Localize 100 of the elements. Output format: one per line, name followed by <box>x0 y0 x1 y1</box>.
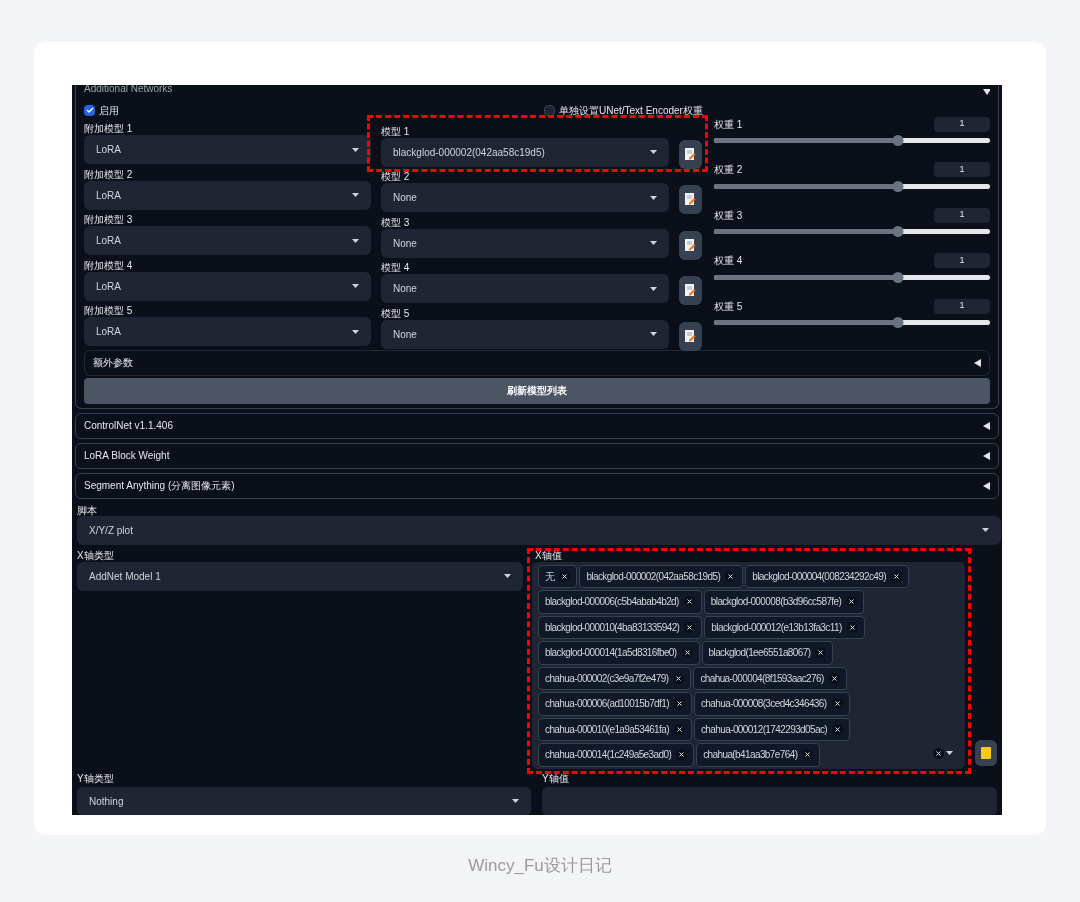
tag-chip[interactable]: blackglod-000014(1a5d8316fbe0) <box>538 641 700 665</box>
slider-thumb[interactable] <box>892 226 904 237</box>
note-icon <box>685 193 696 206</box>
dropdown[interactable]: Nothing <box>77 786 531 815</box>
caret-icon <box>982 528 989 532</box>
panel-title: Additional Networks <box>84 85 173 94</box>
remove-icon[interactable] <box>683 596 695 608</box>
field-label: 模型 5 <box>381 306 411 320</box>
folder-icon <box>981 746 991 759</box>
collapse-icon <box>983 88 990 96</box>
remove-icon[interactable] <box>828 672 840 684</box>
note-icon-button[interactable] <box>679 139 702 169</box>
accordion-header[interactable]: LoRA Block Weight <box>75 442 999 469</box>
note-icon-button[interactable] <box>679 276 702 305</box>
number-input[interactable]: 1 <box>934 162 990 177</box>
remove-icon[interactable] <box>684 621 696 633</box>
dropdown[interactable]: LoRA <box>84 180 371 210</box>
input-field[interactable] <box>542 786 997 815</box>
caret-icon <box>650 195 657 200</box>
caret-icon <box>650 286 657 291</box>
dropdown[interactable]: None <box>381 319 669 349</box>
remove-icon[interactable] <box>891 570 902 582</box>
field-label: 权重 2 <box>714 163 743 177</box>
note-icon <box>685 329 696 343</box>
tag-chip[interactable]: chahua-000006(ad10015b7df1) <box>538 692 692 716</box>
tag-chip[interactable]: chahua(b41aa3b7e764) <box>696 743 821 767</box>
tag-chip[interactable]: blackglod-000002(042aa58c19d5) <box>579 564 744 588</box>
field-label: 附加模型 1 <box>84 122 134 135</box>
tag-chip[interactable]: chahua-000008(3ced4c346436) <box>693 692 850 716</box>
remove-icon[interactable] <box>846 596 858 608</box>
remove-icon[interactable] <box>559 570 571 582</box>
number-input[interactable]: 1 <box>934 207 990 223</box>
caret-icon <box>946 751 953 755</box>
tag-chip[interactable]: 无 <box>538 564 578 588</box>
checkbox[interactable] <box>84 104 95 116</box>
field-label: 权重 5 <box>714 299 743 314</box>
tag-chip[interactable]: chahua-000014(1c249a5e3ad0) <box>538 743 695 767</box>
remove-icon[interactable] <box>831 698 843 710</box>
note-icon-button[interactable] <box>679 321 702 351</box>
tag-chip[interactable]: chahua-000002(c3e9a7f2e479) <box>538 666 692 690</box>
field-label: 模型 2 <box>381 170 411 183</box>
field-label: 附加模型 3 <box>84 213 134 226</box>
slider-thumb[interactable] <box>892 135 904 146</box>
caret-icon <box>352 193 359 197</box>
tag-chip[interactable]: blackglod-000006(c5b4abab4b2d) <box>538 590 702 614</box>
note-icon-button[interactable] <box>679 185 702 214</box>
tag-chip[interactable]: chahua-000004(8f1593aac276) <box>693 666 847 690</box>
remove-icon[interactable] <box>676 749 688 761</box>
remove-icon[interactable] <box>673 723 685 735</box>
caret-icon <box>650 332 657 336</box>
tag-chip[interactable]: chahua-000010(e1a9a53461fa) <box>538 717 692 741</box>
refresh-button[interactable]: 刷新模型列表 <box>84 377 990 404</box>
accordion-header[interactable]: 额外参数 <box>84 349 990 376</box>
field-label: 模型 1 <box>381 124 411 138</box>
expand-icon <box>974 358 981 367</box>
tag-chip[interactable]: blackglod(1ee6551a8067) <box>701 641 834 665</box>
number-input[interactable]: 1 <box>934 298 990 314</box>
remove-icon[interactable] <box>673 672 685 684</box>
tag-chip[interactable]: chahua-000012(1742293d05ac) <box>693 717 851 741</box>
caret-icon <box>512 799 519 803</box>
tag-chip[interactable]: blackglod-000008(b3d96cc587fe) <box>703 590 865 614</box>
dropdown[interactable]: None <box>381 183 669 212</box>
accordion-header[interactable]: Segment Anything (分离图像元素) <box>75 472 999 499</box>
remove-icon[interactable] <box>681 647 693 659</box>
remove-icon[interactable] <box>832 723 844 735</box>
dropdown[interactable]: AddNet Model 1 <box>77 561 523 591</box>
field-label: 脚本 <box>77 503 98 516</box>
dropdown[interactable]: None <box>381 228 669 258</box>
dropdown[interactable]: LoRA <box>84 271 371 301</box>
dropdown[interactable]: LoRA <box>84 135 371 164</box>
remove-icon[interactable] <box>673 698 685 710</box>
tag-chip[interactable]: blackglod-000010(4ba831335942) <box>538 615 703 639</box>
slider-thumb[interactable] <box>892 271 904 283</box>
remove-icon[interactable] <box>802 749 814 761</box>
accordion-header[interactable]: ControlNet v1.1.406 <box>75 412 999 439</box>
field-label: Y轴值 <box>542 773 570 786</box>
tag-chip[interactable]: blackglod-000012(e13b13fa3c11) <box>704 615 865 639</box>
caret-icon <box>650 150 657 154</box>
remove-icon[interactable] <box>815 647 827 659</box>
number-input[interactable]: 1 <box>934 116 990 132</box>
note-icon <box>685 238 696 252</box>
caret-icon <box>352 329 359 334</box>
number-input[interactable]: 1 <box>934 253 990 268</box>
folder-icon-button[interactable] <box>975 739 997 766</box>
slider-thumb[interactable] <box>892 317 904 328</box>
tag-chip[interactable]: blackglod-000004(008234292c49) <box>745 564 909 588</box>
dropdown[interactable]: LoRA <box>84 226 371 255</box>
caret-icon <box>352 238 359 243</box>
field-label: X轴值 <box>534 550 563 562</box>
field-label: Y轴类型 <box>77 773 115 786</box>
dropdown[interactable]: None <box>381 274 669 303</box>
slider-thumb[interactable] <box>892 180 904 192</box>
checkbox[interactable] <box>544 104 555 116</box>
dropdown[interactable]: blackglod-000002(042aa58c19d5) <box>381 137 669 167</box>
note-icon-button[interactable] <box>679 230 702 260</box>
remove-icon[interactable] <box>725 570 737 582</box>
dropdown[interactable]: LoRA <box>84 317 371 346</box>
remove-icon[interactable] <box>846 621 858 633</box>
clear-icon[interactable] <box>933 747 944 759</box>
dropdown[interactable]: X/Y/Z plot <box>77 515 1001 545</box>
